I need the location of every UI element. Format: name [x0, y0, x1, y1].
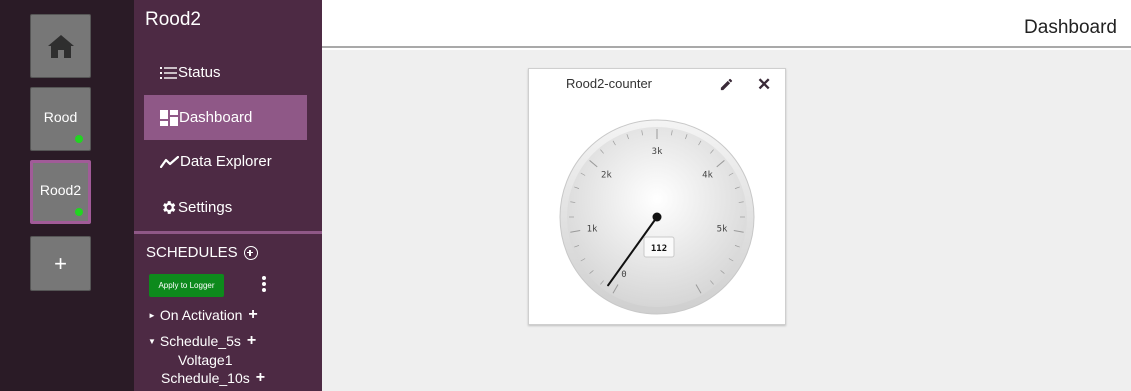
device-label: Rood2 — [39, 182, 82, 198]
gauge-value-box: 112 — [643, 236, 675, 258]
add-schedule-icon[interactable] — [243, 245, 258, 260]
sidebar-item-data-explorer[interactable]: Data Explorer — [144, 139, 307, 184]
gauge-tick-label: 3k — [652, 147, 663, 157]
gauge-tick-label: 5k — [717, 224, 728, 234]
device-label: Rood — [43, 109, 78, 125]
dashboard-icon — [160, 109, 178, 126]
home-icon — [47, 35, 74, 58]
add-to-schedule-icon[interactable]: + — [256, 369, 265, 387]
top-bar: Dashboard — [322, 0, 1131, 48]
sidebar-item-label: Data Explorer — [180, 153, 272, 170]
gauge-needle-hub — [652, 212, 662, 222]
gauge-dial: 0 1k 2k 3k 4k 5k 112 — [559, 119, 755, 315]
sidebar-item-label: Dashboard — [179, 109, 253, 126]
gauge-tick-label: 4k — [702, 171, 713, 181]
gauge-widget: Rood2-counter ✕ 0 1k 2k 3k 4k 5k 112 — [528, 68, 786, 325]
collapse-arrow-icon[interactable]: ▼ — [148, 337, 156, 346]
apply-to-logger-button[interactable]: Apply to Logger — [149, 274, 224, 297]
sidebar-item-label: Status — [178, 64, 221, 81]
gauge-tick-label: 1k — [587, 224, 598, 234]
sidebar-divider — [134, 231, 322, 234]
widget-title: Rood2-counter — [566, 76, 652, 91]
pencil-icon[interactable] — [719, 77, 734, 92]
device-rail: Rood Rood2 + — [0, 0, 134, 391]
sidebar-title: Rood2 — [145, 9, 201, 30]
list-icon — [160, 66, 177, 79]
sidebar-item-dashboard[interactable]: Dashboard — [144, 95, 307, 140]
chart-line-icon — [160, 155, 179, 168]
sidebar-item-settings[interactable]: Settings — [144, 185, 307, 230]
schedule-label: Schedule_5s — [159, 333, 241, 349]
gauge-value-label: 112 — [651, 244, 667, 254]
page-title: Dashboard — [1024, 17, 1117, 38]
gear-icon — [163, 201, 176, 214]
close-icon[interactable]: ✕ — [757, 76, 771, 93]
home-button[interactable] — [30, 14, 91, 78]
more-options-icon[interactable] — [262, 276, 268, 294]
gauge-tick-label: 0 — [621, 270, 626, 280]
add-to-schedule-icon[interactable]: + — [247, 332, 256, 350]
sidebar-item-status[interactable]: Status — [144, 50, 307, 95]
gauge-tick-label: 2k — [601, 171, 612, 181]
dashboard-area: Rood2-counter ✕ 0 1k 2k 3k 4k 5k 112 — [322, 50, 1131, 391]
add-to-schedule-icon[interactable]: + — [248, 306, 257, 324]
sidebar-item-label: Settings — [178, 199, 233, 216]
schedule-label: Schedule_10s — [161, 370, 250, 386]
sidebar: Rood2 Status Dashboard Data Explorer Set… — [134, 0, 322, 391]
device-rood2-button[interactable]: Rood2 — [30, 160, 91, 224]
add-device-button[interactable]: + — [30, 236, 91, 291]
online-status-dot — [75, 208, 83, 216]
schedule-item-on-activation[interactable]: ► On Activation + — [148, 306, 258, 324]
schedule-item-schedule-10s[interactable]: Schedule_10s + — [161, 369, 265, 387]
schedules-header: SCHEDULES — [146, 244, 258, 261]
schedule-item-schedule-5s[interactable]: ▼ Schedule_5s + — [148, 332, 256, 350]
schedule-label: On Activation — [159, 307, 243, 323]
schedules-heading: SCHEDULES — [146, 244, 238, 261]
schedule-child-voltage1[interactable]: Voltage1 — [178, 352, 233, 368]
online-status-dot — [75, 135, 83, 143]
expand-arrow-icon[interactable]: ► — [148, 311, 156, 320]
device-rood-button[interactable]: Rood — [30, 87, 91, 151]
